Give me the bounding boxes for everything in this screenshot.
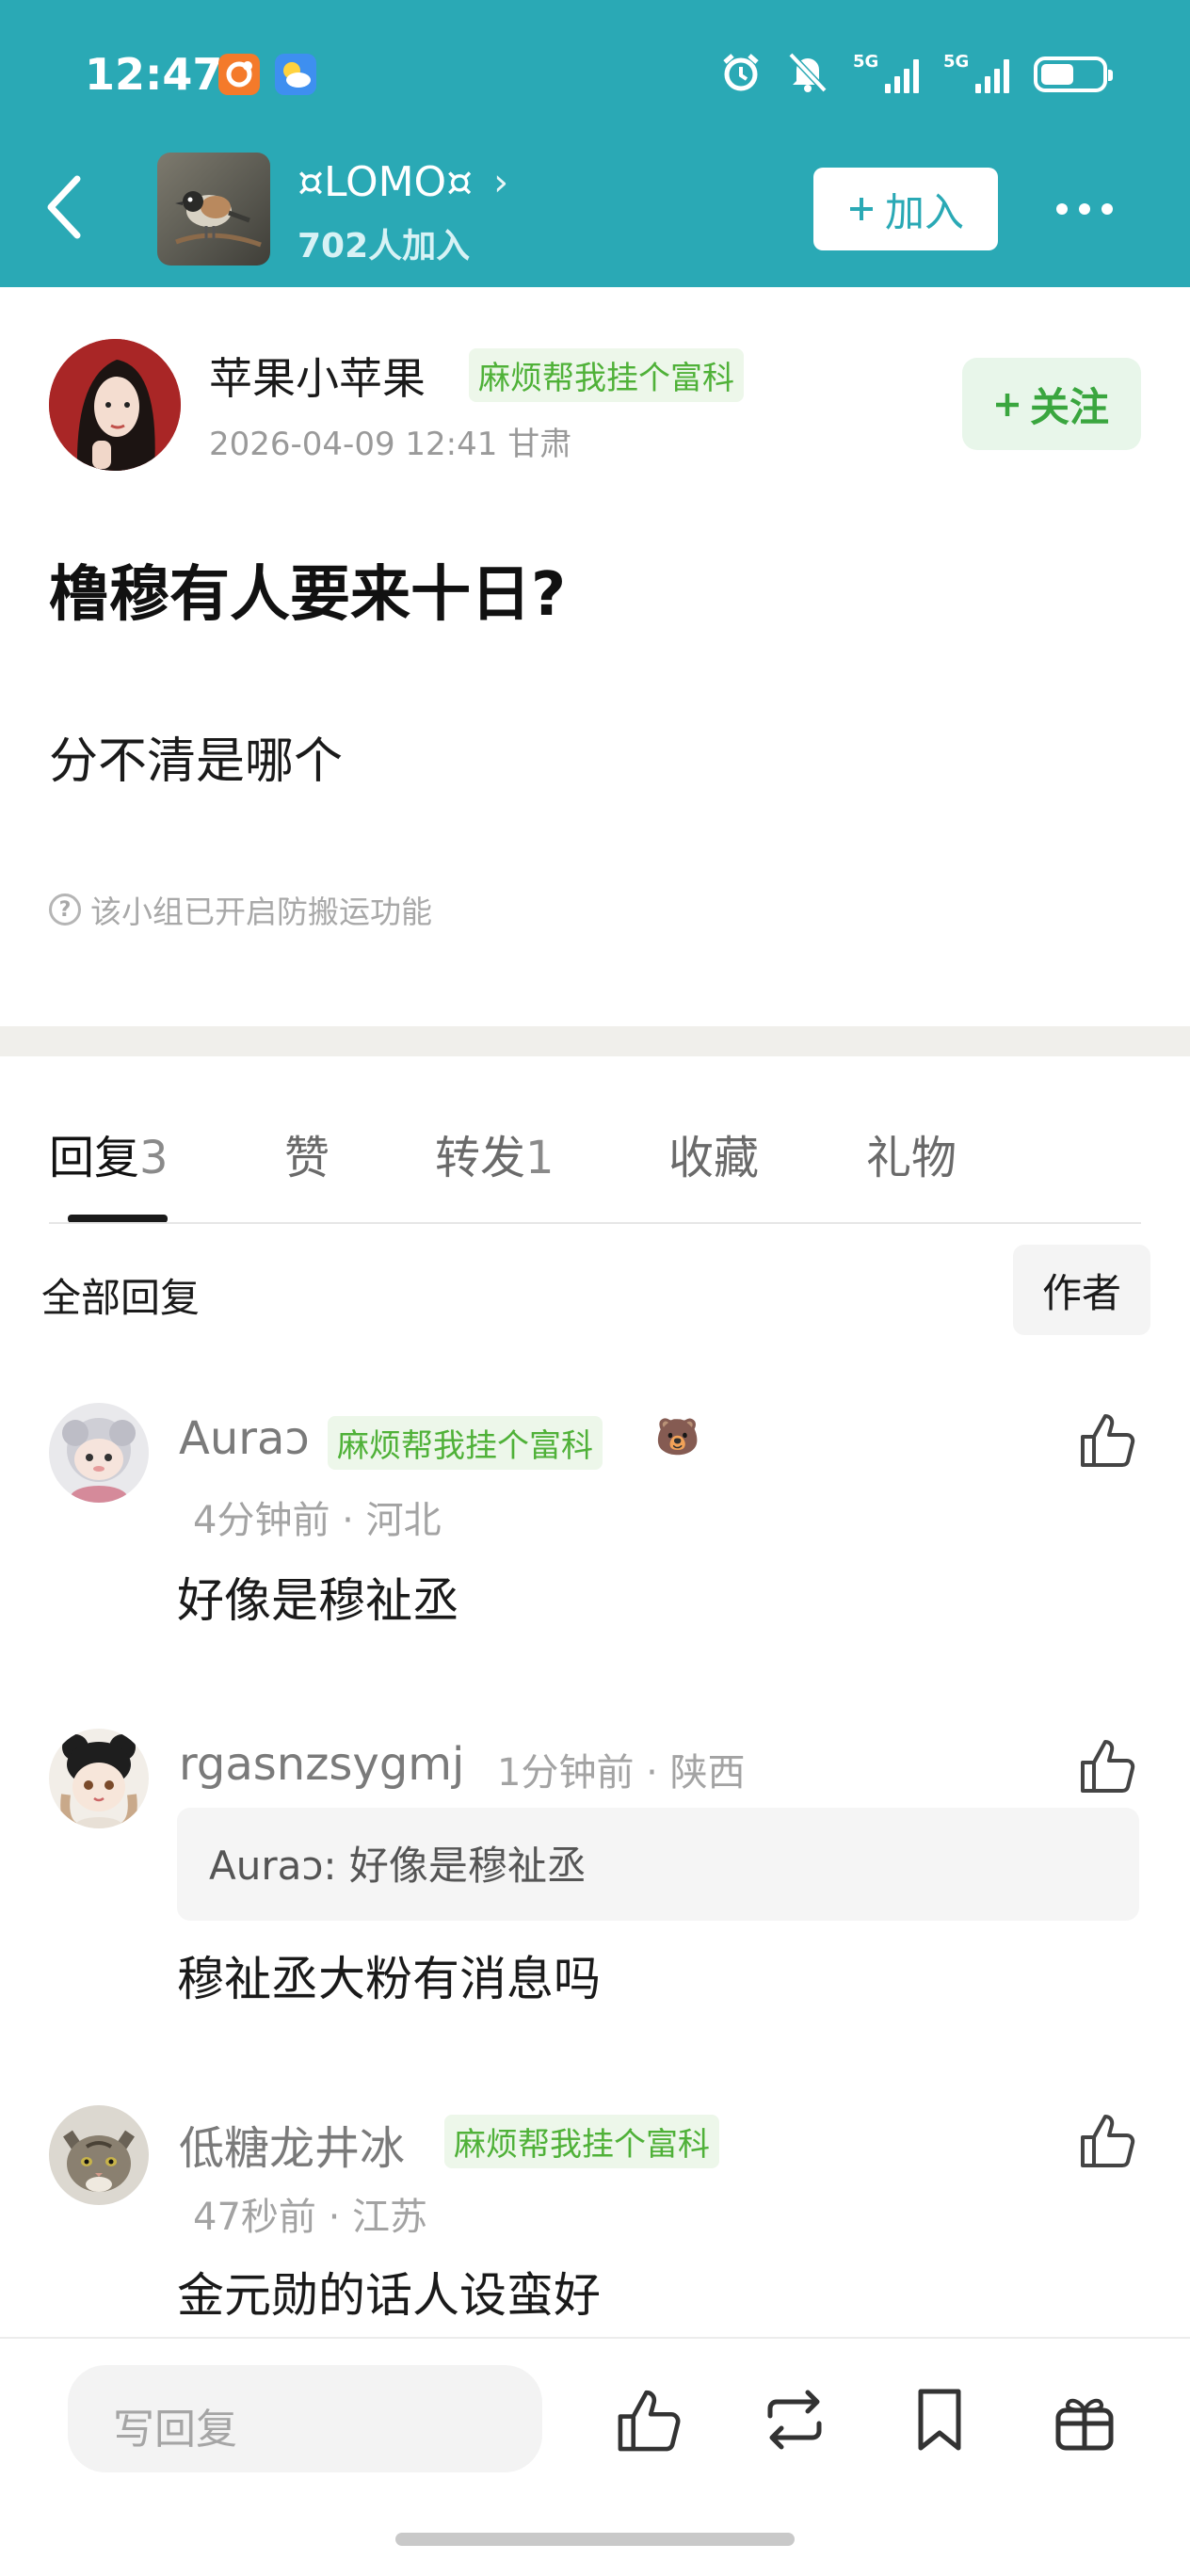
commenter-avatar[interactable] <box>49 2105 149 2205</box>
tab-reposts[interactable]: 转发1 <box>435 1120 555 1186</box>
bookmark-icon[interactable] <box>904 2384 975 2455</box>
post-body: 分不清是哪个 <box>49 733 344 790</box>
comment-meta: 1分钟前 · 陕西 <box>497 1751 746 1795</box>
plus-icon <box>994 381 1021 427</box>
commenter-avatar[interactable] <box>49 1403 149 1503</box>
commenter-avatar[interactable] <box>49 1729 149 1828</box>
comment-meta: 4分钟前 · 河北 <box>193 1499 442 1542</box>
question-icon: ? <box>49 894 81 926</box>
comment-text: 金元勋的话人设蛮好 <box>177 2268 601 2323</box>
home-indicator[interactable] <box>395 2533 795 2546</box>
commenter-tag: 麻烦帮我挂个富科 <box>328 1416 603 1470</box>
tab-divider <box>49 1222 1141 1224</box>
all-replies-label: 全部回复 <box>41 1275 201 1321</box>
commenter-name[interactable]: 低糖龙井冰 <box>179 2111 405 2177</box>
commenter-tag: 麻烦帮我挂个富科 <box>444 2115 719 2168</box>
comment-text: 穆祉丞大粉有消息吗 <box>177 1952 601 2006</box>
comment-meta: 47秒前 · 江苏 <box>193 2196 428 2239</box>
author-name[interactable]: 苹果小苹果 <box>209 345 426 407</box>
chevron-right-icon: › <box>493 160 509 204</box>
commenter-name[interactable]: rgasnzsygmj <box>179 1738 464 1791</box>
join-group-button[interactable]: 加入 <box>813 168 998 250</box>
reply-input[interactable]: 写回复 <box>68 2365 542 2472</box>
notice-text: 该小组已开启防搬运功能 <box>90 894 432 930</box>
tab-favorites[interactable]: 收藏 <box>668 1120 759 1186</box>
section-divider <box>0 1026 1190 1056</box>
like-icon[interactable] <box>1077 1409 1139 1471</box>
back-button[interactable] <box>38 169 94 245</box>
group-avatar[interactable] <box>157 153 270 266</box>
group-member-count: 702人加入 <box>298 227 471 266</box>
weather-icon <box>275 54 316 95</box>
commenter-name[interactable]: Auraↄ <box>179 1412 310 1465</box>
gift-icon[interactable] <box>1049 2384 1120 2455</box>
more-options-icon[interactable] <box>1047 186 1122 232</box>
author-only-filter-button[interactable]: 作者 <box>1013 1245 1150 1335</box>
alarm-icon <box>719 51 763 98</box>
author-avatar[interactable] <box>49 339 181 471</box>
bottom-bar-divider <box>0 2337 1190 2339</box>
tab-replies[interactable]: 回复3 <box>49 1120 169 1186</box>
comment-text: 好像是穆祉丞 <box>177 1573 459 1628</box>
signal-strength-icon: 5G <box>943 52 1009 93</box>
plus-icon <box>847 186 876 233</box>
post-meta: 2026-04-09 12:41 甘肃 <box>209 426 572 463</box>
post-title: 橹穆有人要来十日? <box>49 560 567 630</box>
battery-icon <box>1034 56 1113 92</box>
bear-badge-icon: 🐻 <box>655 1416 700 1457</box>
status-indicators: 5G 5G <box>719 51 1113 98</box>
follow-label: 关注 <box>1029 383 1109 430</box>
follow-button[interactable]: 关注 <box>962 358 1141 450</box>
repost-icon[interactable] <box>759 2384 830 2455</box>
anti-repost-notice: ? 该小组已开启防搬运功能 <box>49 887 432 932</box>
tab-gifts[interactable]: 礼物 <box>866 1120 957 1186</box>
join-label: 加入 <box>884 188 964 235</box>
tab-likes[interactable]: 赞 <box>284 1120 330 1186</box>
like-icon[interactable] <box>1077 1734 1139 1796</box>
group-title[interactable]: ¤LOMO¤ › <box>298 158 508 206</box>
author-tag: 麻烦帮我挂个富科 <box>469 348 744 402</box>
orange-app-icon <box>218 54 260 95</box>
like-icon[interactable] <box>614 2384 685 2455</box>
signal-strength-icon: 5G <box>853 52 919 93</box>
mute-icon <box>787 51 828 98</box>
status-time: 12:47 <box>85 49 223 100</box>
group-name[interactable]: ¤LOMO¤ <box>298 158 473 206</box>
quoted-reply[interactable]: Auraↄ: 好像是穆祉丞 <box>177 1808 1139 1921</box>
group-header: 12:47 5G 5G ¤LOMO¤ › 702人加入 加入 <box>0 0 1190 287</box>
like-icon[interactable] <box>1077 2109 1139 2171</box>
